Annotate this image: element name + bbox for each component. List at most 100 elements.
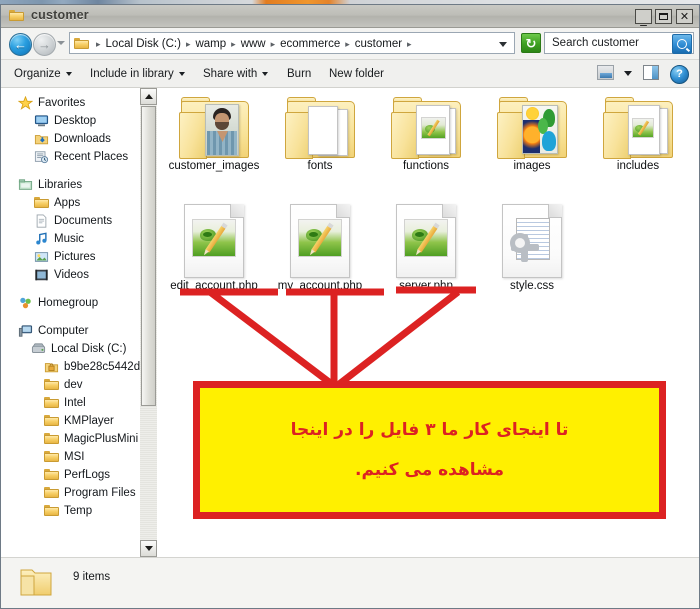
chevron-down-icon [178,71,185,76]
sidebar-item-label: Downloads [54,133,111,145]
sidebar-item-desktop[interactable]: Desktop [1,112,140,130]
status-bar: 9 items [1,557,699,608]
minimize-icon: _ [640,12,647,27]
sidebar-group-homegroup[interactable]: Homegroup [1,294,140,312]
forward-button[interactable]: → [33,33,56,56]
maximize-button[interactable] [655,9,672,24]
toolbar-label: Include in library [90,67,174,80]
breadcrumb-item-4[interactable]: customer [352,38,405,50]
sidebar-item-music[interactable]: Music [1,230,140,248]
file-item-customer-images[interactable]: customer_images [162,96,266,172]
file-item-functions[interactable]: functions [374,96,478,172]
toolbar-item-include-in-library[interactable]: Include in library [83,60,192,87]
sidebar-item-videos[interactable]: Videos [1,266,140,284]
annotation-line-1: تا اینجای کار ما ۳ فایل را در اینجا [290,420,569,440]
back-button[interactable]: ← [9,33,32,56]
breadcrumb-item-2[interactable]: www [238,38,269,50]
sidebar-group-label: Homegroup [38,297,99,309]
sidebar-item-kmplayer[interactable]: KMPlayer [1,412,140,430]
recent-pages-icon[interactable] [57,41,65,45]
computer-icon [18,324,33,338]
sidebar-item-b9be28c5442db9[interactable]: b9be28c5442db9 [1,358,140,376]
folder-icon [44,414,59,428]
maximize-icon [659,13,668,20]
breadcrumb-bar[interactable]: ▸ Local Disk (C:) ▸ wamp ▸ www ▸ ecommer… [69,32,515,54]
folder-icon [74,37,89,49]
sidebar-item-local-disk-c[interactable]: Local Disk (C:) [1,340,140,358]
sidebar-group-favorites[interactable]: Favorites [1,94,140,112]
css-file-icon [502,204,562,278]
minimize-button[interactable]: _ [635,9,652,27]
file-item-style-css[interactable]: style.css [480,204,584,292]
annotation-callout-box: تا اینجای کار ما ۳ فایل را در اینجا مشاه… [193,381,666,519]
file-item-images[interactable]: images [480,96,584,172]
toolbar-item-new-folder[interactable]: New folder [322,60,391,87]
file-item-edit-account-php[interactable]: edit_account.php [162,204,266,292]
explorer-window: customer _ ✕ ← → ▸ Local Disk (C:) ▸ wam… [0,4,700,609]
sidebar-item-label: b9be28c5442db9 [64,361,140,373]
refresh-button[interactable]: ↻ [521,33,541,53]
file-item-includes[interactable]: includes [586,96,690,172]
breadcrumb-item-3[interactable]: ecommerce [277,38,343,50]
breadcrumb-separator: ▸ [231,38,236,49]
harddisk-icon [31,342,46,356]
close-button[interactable]: ✕ [676,9,693,24]
chevron-down-icon[interactable] [499,42,507,47]
file-name: server.php [399,280,453,292]
folder-icon [44,450,59,464]
explorer-body: Favorites Desktop Downloads Recent Place… [1,88,699,557]
folder-icon [19,566,53,598]
file-item-server-php[interactable]: server.php [374,204,478,292]
sidebar-group-libraries[interactable]: Libraries [1,176,140,194]
sidebar-item-label: Documents [54,215,113,227]
file-name: customer_images [168,160,260,172]
sidebar-item-apps[interactable]: Apps [1,194,140,212]
scroll-up-arrow-icon[interactable] [140,88,157,105]
document-icon [34,214,49,228]
search-icon[interactable] [672,34,692,54]
sidebar-item-program-files[interactable]: Program Files [1,484,140,502]
scrollbar-thumb[interactable] [141,106,156,406]
file-list-pane[interactable]: customer_images fonts functions images i… [158,88,699,557]
locked-folder-icon [44,360,59,374]
sidebar-item-magicplusmini[interactable]: MagicPlusMini [1,430,140,448]
sidebar-item-downloads[interactable]: Downloads [1,130,140,148]
sidebar-item-label: Temp [64,505,93,517]
sidebar-item-label: Apps [54,197,81,209]
preview-pane-icon[interactable] [597,65,614,80]
sidebar-group-computer[interactable]: Computer [1,322,140,340]
folder-icon [34,196,49,210]
layout-pane-icon[interactable] [643,65,659,80]
chevron-down-icon[interactable] [624,71,632,76]
sidebar-item-documents[interactable]: Documents [1,212,140,230]
help-icon[interactable]: ? [670,65,689,84]
navigation-pane[interactable]: Favorites Desktop Downloads Recent Place… [1,88,141,557]
toolbar-item-share-with[interactable]: Share with [196,60,275,87]
sidebar-item-perflogs[interactable]: PerfLogs [1,466,140,484]
sidebar-item-msi[interactable]: MSI [1,448,140,466]
sidebar-item-label: Pictures [54,251,96,263]
sidebar-item-temp[interactable]: Temp [1,502,140,520]
annotation-line-2: مشاهده می کنیم. [355,460,504,480]
breadcrumb-separator: ▸ [407,38,412,49]
search-input[interactable]: Search customer [544,32,694,54]
breadcrumb-item-1[interactable]: wamp [192,38,229,50]
sidebar-item-recent-places[interactable]: Recent Places [1,148,140,166]
toolbar-item-organize[interactable]: Organize [7,60,79,87]
file-item-my-account-php[interactable]: my_account.php [268,204,372,292]
breadcrumb-separator: ▸ [185,38,191,49]
chevron-down-icon [262,71,269,76]
navigation-scrollbar[interactable] [140,88,157,557]
breadcrumb-item-0[interactable]: Local Disk (C:) [103,38,184,50]
folder-icon [44,504,59,518]
folder-docs-icon [284,96,356,159]
toolbar-item-burn[interactable]: Burn [280,60,318,87]
file-item-fonts[interactable]: fonts [268,96,372,172]
sidebar-item-intel[interactable]: Intel [1,394,140,412]
sidebar-group-label: Libraries [38,179,83,191]
close-icon: ✕ [679,10,690,23]
sidebar-item-dev[interactable]: dev [1,376,140,394]
scroll-down-arrow-icon[interactable] [140,540,157,557]
window-title: customer [31,8,89,22]
sidebar-item-pictures[interactable]: Pictures [1,248,140,266]
